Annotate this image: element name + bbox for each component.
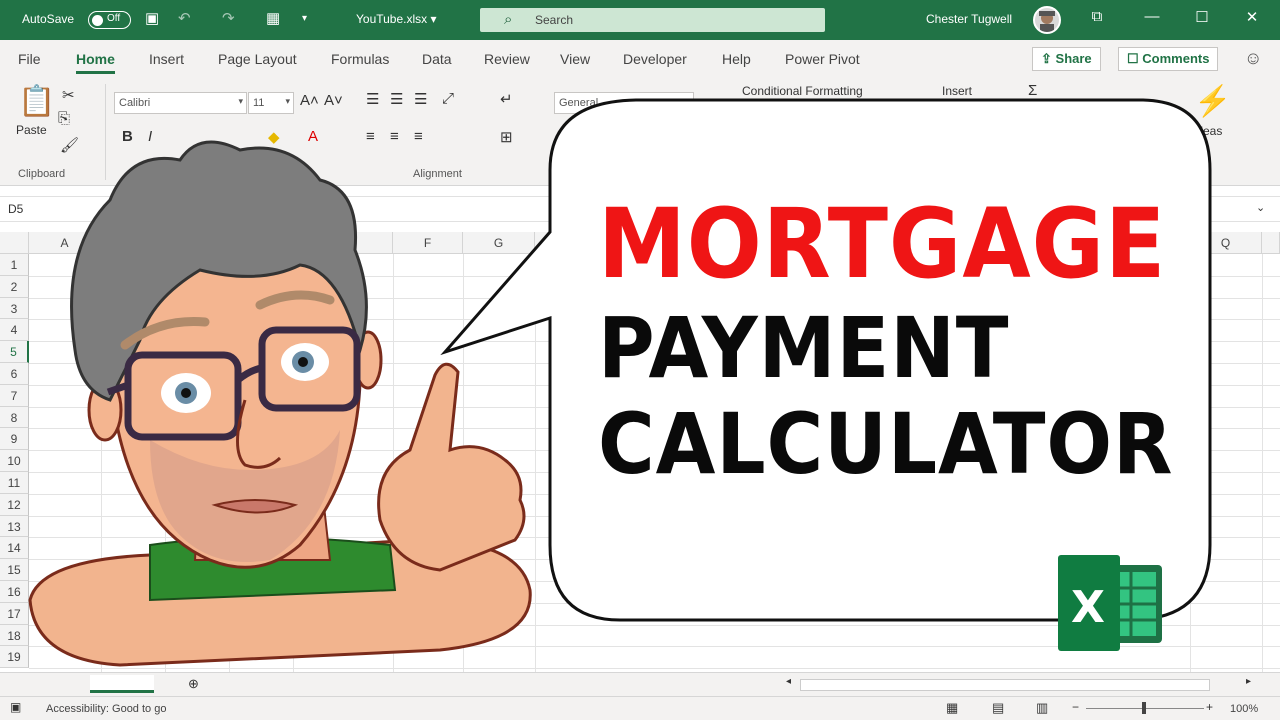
svg-text:X: X xyxy=(1071,582,1105,633)
headline-line-3: CALCULATOR xyxy=(598,395,1174,493)
cartoon-pupil xyxy=(181,388,191,398)
cartoon-pupil xyxy=(298,357,308,367)
excel-logo-icon: X xyxy=(1058,555,1162,651)
cartoon-character xyxy=(28,140,532,667)
headline-line-1: MORTGAGE xyxy=(598,188,1167,300)
cartoon-pointing-hand xyxy=(377,362,526,572)
headline-line-2: PAYMENT xyxy=(598,299,1010,397)
